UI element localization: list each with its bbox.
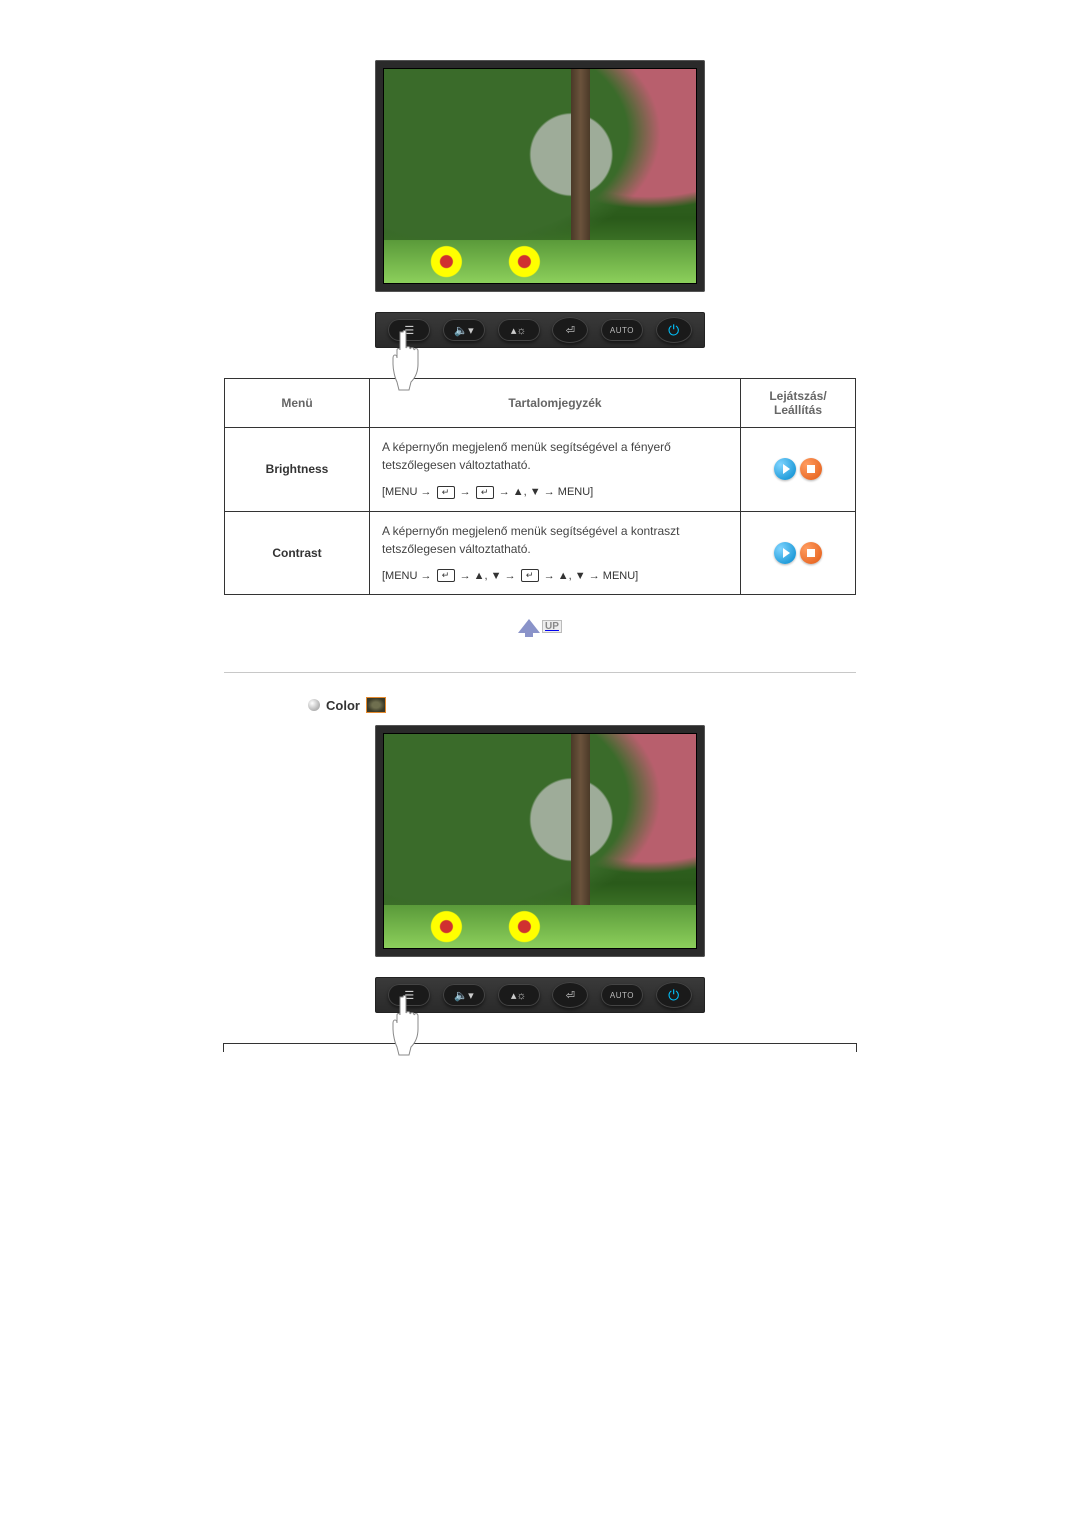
row-name: Brightness <box>225 428 370 512</box>
power-button[interactable]: ⏻ <box>656 982 692 1008</box>
col-menu-header: Menü <box>225 379 370 428</box>
enter-icon: ⏎ <box>566 989 575 1002</box>
up-adjust-button[interactable]: ▴☼ <box>498 984 540 1006</box>
menu-path: [MENU → ↵ → ↵ → ▲, ▼ → MENU] <box>382 484 728 501</box>
menu-button[interactable]: ☰ <box>388 984 430 1006</box>
enter-icon: ↵ <box>437 569 455 582</box>
monitor-button-bar: ☰ 🔈▾ ▴☼ ⏎ AUTO ⏻ <box>375 977 705 1013</box>
auto-button[interactable]: AUTO <box>601 984 643 1006</box>
play-button[interactable] <box>774 458 796 480</box>
picture-menu-table: Menü Tartalomjegyzék Lejátszás/ Leállítá… <box>224 378 856 595</box>
enter-icon: ↵ <box>437 486 455 499</box>
monitor-preview-picture <box>220 60 860 292</box>
section-divider <box>224 672 856 673</box>
monitor-preview-color <box>220 725 860 957</box>
row-desc-cell: A képernyőn megjelenő menük segítségével… <box>370 511 741 595</box>
auto-label: AUTO <box>610 991 634 1000</box>
stop-button[interactable] <box>800 542 822 564</box>
down-adjust-button[interactable]: 🔈▾ <box>443 984 485 1006</box>
speaker-down-icon: 🔈▾ <box>454 324 473 337</box>
down-adjust-button[interactable]: 🔈▾ <box>443 319 485 341</box>
row-desc: A képernyőn megjelenő menük segítségével… <box>382 440 671 472</box>
row-desc: A képernyőn megjelenő menük segítségével… <box>382 524 680 556</box>
stop-icon <box>807 465 815 473</box>
stop-icon <box>807 549 815 557</box>
up-adjust-button[interactable]: ▴☼ <box>498 319 540 341</box>
enter-icon: ↵ <box>521 569 539 582</box>
sample-photo <box>383 68 697 284</box>
enter-icon: ↵ <box>476 486 494 499</box>
brightness-up-icon: ▴☼ <box>511 324 527 337</box>
section-title: Color <box>326 698 360 713</box>
row-play-cell <box>741 428 856 512</box>
table-row: Brightness A képernyőn megjelenő menük s… <box>225 428 856 512</box>
sample-photo <box>383 733 697 949</box>
row-name: Contrast <box>225 511 370 595</box>
color-chip-icon <box>366 697 386 713</box>
up-label: UP <box>542 620 562 633</box>
auto-button[interactable]: AUTO <box>601 319 643 341</box>
col-desc-header: Tartalomjegyzék <box>370 379 741 428</box>
monitor-button-bar-block: ☰ 🔈▾ ▴☼ ⏎ AUTO ⏻ <box>220 977 860 1013</box>
auto-label: AUTO <box>610 326 634 335</box>
bullet-icon <box>308 699 320 711</box>
up-arrow-icon <box>518 619 540 633</box>
power-icon: ⏻ <box>668 322 679 339</box>
row-play-cell <box>741 511 856 595</box>
section-heading-color: Color <box>224 697 856 713</box>
menu-path: [MENU → ↵ → ▲, ▼ → ↵ → ▲, ▼ → MENU] <box>382 568 728 585</box>
col-play-header: Lejátszás/ Leállítás <box>741 379 856 428</box>
power-button[interactable]: ⏻ <box>656 317 692 343</box>
menu-button[interactable]: ☰ <box>388 319 430 341</box>
speaker-down-icon: 🔈▾ <box>454 989 473 1002</box>
enter-button[interactable]: ⏎ <box>552 317 588 343</box>
power-icon: ⏻ <box>668 987 679 1004</box>
monitor-button-bar-block: ☰ 🔈▾ ▴☼ ⏎ AUTO ⏻ <box>220 312 860 348</box>
monitor-button-bar: ☰ 🔈▾ ▴☼ ⏎ AUTO ⏻ <box>375 312 705 348</box>
enter-button[interactable]: ⏎ <box>552 982 588 1008</box>
brightness-up-icon: ▴☼ <box>511 989 527 1002</box>
enter-icon: ⏎ <box>566 324 575 337</box>
monitor-frame <box>375 60 705 292</box>
menu-icon: ☰ <box>404 324 414 337</box>
row-desc-cell: A képernyőn megjelenő menük segítségével… <box>370 428 741 512</box>
stop-button[interactable] <box>800 458 822 480</box>
monitor-frame <box>375 725 705 957</box>
play-button[interactable] <box>774 542 796 564</box>
table-row: Contrast A képernyőn megjelenő menük seg… <box>225 511 856 595</box>
scroll-to-top-link[interactable]: UP <box>518 619 562 633</box>
color-table-top-border <box>223 1043 857 1052</box>
play-icon <box>783 464 790 474</box>
menu-icon: ☰ <box>404 989 414 1002</box>
play-icon <box>783 548 790 558</box>
